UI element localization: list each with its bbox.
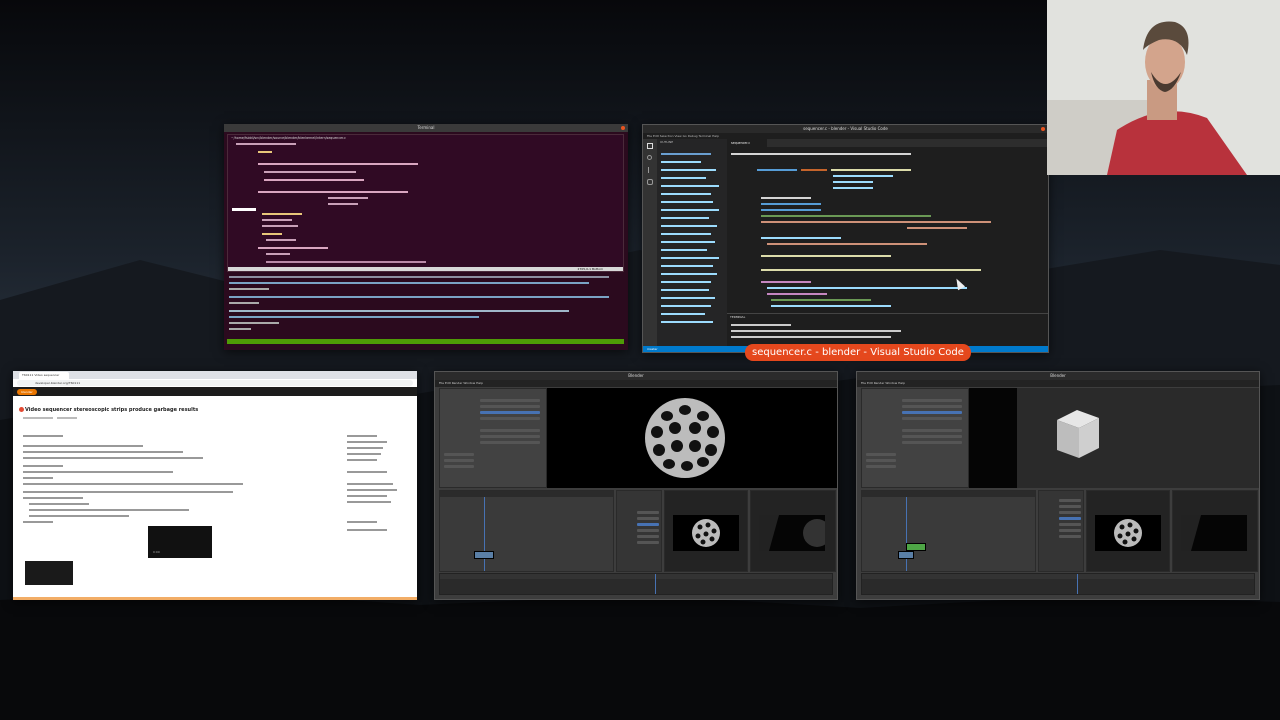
terminal-titlebar[interactable]: Terminal	[224, 124, 628, 132]
sequencer-strips-area[interactable]	[439, 490, 614, 572]
sequencer-header[interactable]	[862, 491, 1035, 497]
close-icon[interactable]	[621, 126, 625, 130]
outline-header: OUTLINE	[660, 140, 674, 144]
sphere-thumbnail-dark	[759, 515, 831, 551]
window-label-badge: sequencer.c - blender - Visual Studio Co…	[745, 344, 971, 361]
timeline-playhead[interactable]	[655, 574, 656, 594]
sphere-thumbnail-dark	[1181, 515, 1247, 551]
image-strip-secondary[interactable]	[898, 551, 914, 559]
terminal-window[interactable]: Terminal ~/home/fsiddi/src/blender/sourc…	[224, 124, 628, 350]
debug-icon[interactable]	[647, 179, 653, 185]
blender-titlebar[interactable]: Blender	[435, 372, 837, 380]
browser-tabbar[interactable]: T60111 Video sequencer	[13, 371, 417, 379]
browser-window[interactable]: T60111 Video sequencer developer.blender…	[13, 371, 417, 600]
blender-title: Blender	[628, 373, 644, 378]
image-strip[interactable]	[906, 543, 926, 551]
vscode-window[interactable]: sequencer.c - blender - Visual Studio Co…	[642, 124, 1049, 353]
video-time: 0:00	[153, 550, 160, 554]
task-sidebar[interactable]	[347, 431, 411, 571]
gdb-output-pane[interactable]	[227, 274, 624, 344]
close-icon[interactable]	[1041, 127, 1045, 131]
preview-left-eye[interactable]	[1086, 490, 1170, 572]
timeline-header[interactable]	[862, 574, 1254, 579]
sequencer-sidebar[interactable]	[1038, 490, 1084, 572]
blender-logo[interactable]: blender	[17, 388, 37, 395]
timeline-playhead[interactable]	[1077, 574, 1078, 594]
preview-right-eye[interactable]	[1172, 490, 1258, 572]
vscode-title: sequencer.c - blender - Visual Studio Co…	[803, 126, 888, 131]
webcam-overlay	[1047, 0, 1280, 175]
blender-menubar[interactable]: File Edit Render Window Help	[857, 380, 1259, 387]
timeline[interactable]	[439, 573, 833, 595]
vim-status-line: 2705,0-1 Bottom	[228, 267, 623, 271]
playhead[interactable]	[906, 497, 907, 571]
embedded-video[interactable]: 0:00	[148, 526, 212, 558]
git-branch[interactable]: master	[647, 346, 658, 352]
vim-cursor-position: 2705,0-1 Bottom	[577, 267, 603, 271]
search-icon[interactable]	[647, 155, 652, 160]
preview-left-eye[interactable]	[664, 490, 748, 572]
terminal-status-bar	[227, 339, 624, 344]
vscode-editor[interactable]	[727, 139, 1048, 317]
timeline-header[interactable]	[440, 574, 832, 579]
timeline[interactable]	[861, 573, 1255, 595]
sphere-thumbnail	[1095, 515, 1161, 551]
sphere-thumbnail	[673, 515, 739, 551]
page-title: Video sequencer stereoscopic strips prod…	[25, 407, 199, 413]
vscode-outline-sidebar[interactable]: OUTLINE	[657, 139, 727, 346]
vim-editor-pane[interactable]: ~/home/fsiddi/src/blender/source/blender…	[227, 134, 624, 272]
vscode-tabs[interactable]: sequencer.c	[727, 139, 1048, 147]
blender-window-sphere[interactable]: Blender File Edit Render Window Help	[434, 371, 838, 600]
vscode-titlebar[interactable]: sequencer.c - blender - Visual Studio Co…	[643, 125, 1048, 133]
blender-window-cube[interactable]: Blender File Edit Render Window Help	[856, 371, 1260, 600]
person-icon	[1047, 0, 1280, 175]
vim-file-path: ~/home/fsiddi/src/blender/source/blender…	[231, 136, 346, 140]
image-strip[interactable]	[474, 551, 494, 559]
playhead[interactable]	[484, 497, 485, 571]
files-icon[interactable]	[647, 143, 653, 149]
site-header: blender	[13, 387, 417, 396]
sequencer-preview[interactable]	[969, 388, 1259, 488]
browser-tab[interactable]: T60111 Video sequencer	[19, 372, 69, 379]
sequencer-strips-area[interactable]	[861, 490, 1036, 572]
sequencer-header[interactable]	[440, 491, 613, 497]
strip-properties-panel[interactable]	[861, 388, 969, 488]
vscode-terminal-panel[interactable]: TERMINAL	[727, 313, 1048, 347]
blender-title: Blender	[1050, 373, 1066, 378]
terminal-title: Terminal	[417, 125, 435, 130]
tab-sequencer-c[interactable]: sequencer.c	[727, 139, 767, 147]
sphere-render	[645, 398, 725, 478]
vscode-activity-bar[interactable]	[643, 139, 657, 346]
strip-properties-panel[interactable]	[439, 388, 547, 488]
sequencer-preview[interactable]	[547, 388, 837, 488]
sequencer-sidebar[interactable]	[616, 490, 662, 572]
source-control-icon[interactable]	[648, 167, 652, 173]
page-footer-bar	[13, 597, 417, 600]
blender-titlebar[interactable]: Blender	[857, 372, 1259, 380]
attachment-thumbnail[interactable]	[25, 561, 73, 585]
blender-menubar[interactable]: File Edit Render Window Help	[435, 380, 837, 387]
bug-icon	[19, 407, 24, 412]
cube-render	[1057, 410, 1099, 458]
panel-tab-terminal[interactable]: TERMINAL	[727, 314, 1048, 320]
address-bar[interactable]: developer.blender.org/T60111	[17, 380, 413, 386]
preview-right-eye[interactable]	[750, 490, 836, 572]
